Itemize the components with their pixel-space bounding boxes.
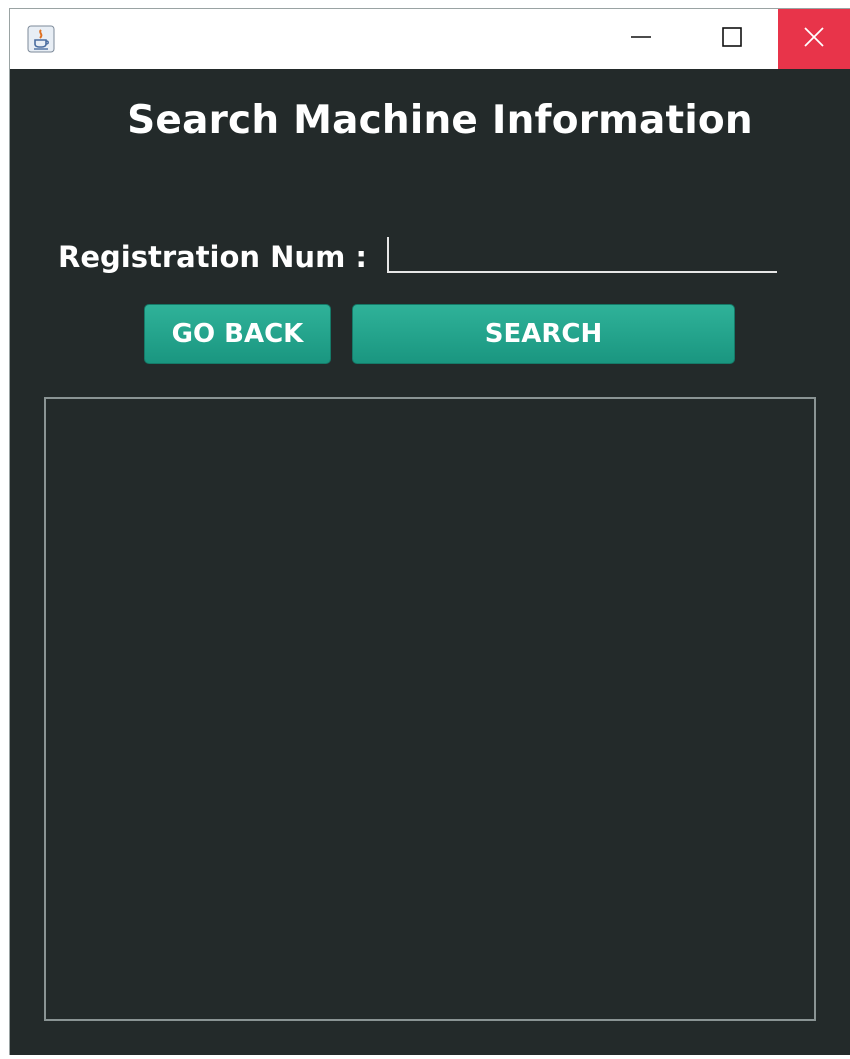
go-back-button[interactable]: GO BACK: [144, 304, 331, 364]
registration-num-label: Registration Num :: [58, 240, 367, 274]
maximize-icon: [721, 26, 743, 52]
close-icon: [802, 25, 826, 53]
minimize-button[interactable]: [610, 9, 671, 69]
close-button[interactable]: [778, 9, 850, 69]
results-text-area[interactable]: [44, 397, 816, 1021]
app-window: Search Machine Information Registration …: [9, 8, 850, 1055]
registration-num-input[interactable]: [387, 237, 777, 273]
title-bar: [10, 8, 850, 69]
java-app-icon: [27, 25, 55, 53]
minimize-icon: [630, 26, 652, 52]
search-button[interactable]: SEARCH: [352, 304, 735, 364]
maximize-button[interactable]: [701, 9, 762, 69]
page-title: Search Machine Information: [127, 98, 753, 143]
